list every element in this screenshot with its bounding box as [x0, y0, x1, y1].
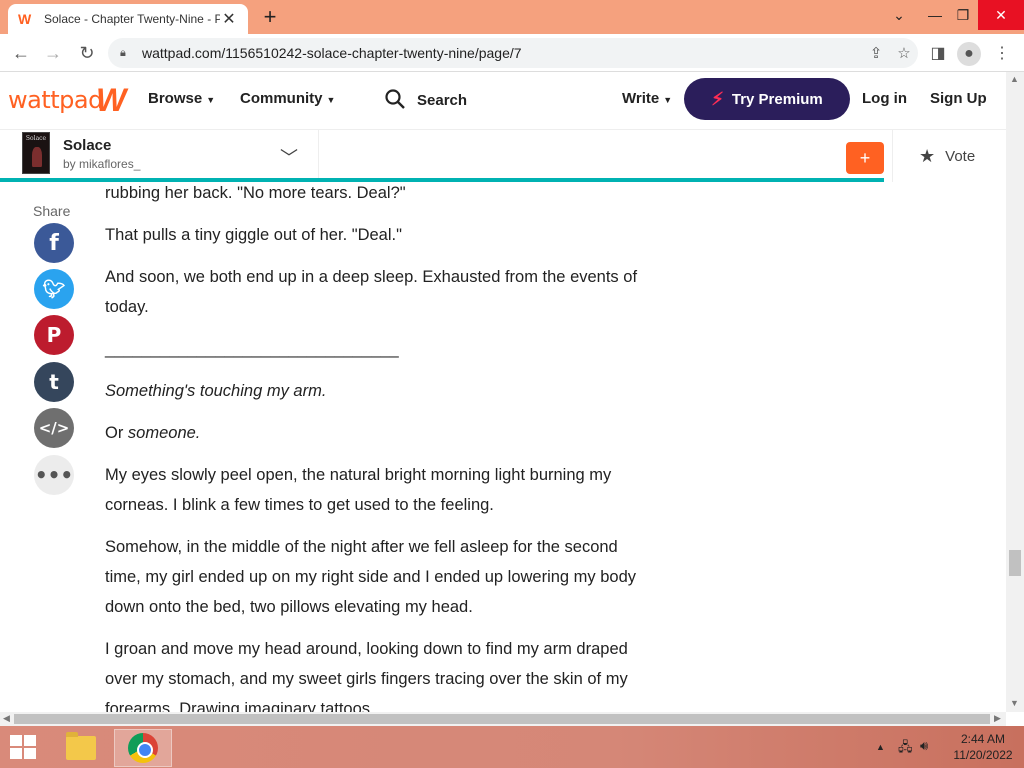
- chevron-down-icon: ▼: [663, 95, 673, 105]
- wattpad-logo[interactable]: wattpad: [8, 86, 103, 114]
- paragraph: That pulls a tiny giggle out of her. "De…: [105, 226, 402, 244]
- forward-icon[interactable]: →: [40, 40, 66, 66]
- story-title[interactable]: Solace: [63, 137, 111, 154]
- reload-icon[interactable]: ↻: [74, 40, 100, 66]
- scroll-right-arrow[interactable]: ▶: [994, 713, 1001, 724]
- paragraph-text: Or: [105, 424, 128, 442]
- file-explorer-icon[interactable]: [52, 729, 110, 767]
- close-window-button[interactable]: ✕: [978, 0, 1024, 30]
- pinterest-icon[interactable]: P: [34, 315, 74, 355]
- add-to-library-button[interactable]: +: [846, 142, 884, 174]
- folder-icon: [66, 732, 96, 760]
- write-label: Write: [622, 90, 660, 107]
- scene-divider: ________________________________: [105, 340, 399, 358]
- paragraph: Somehow, in the middle of the night afte…: [105, 538, 637, 616]
- signup-link[interactable]: Sign Up: [930, 90, 987, 107]
- paragraph-emphasis: someone.: [127, 424, 201, 442]
- new-tab-button[interactable]: +: [258, 5, 282, 29]
- share-label: Share: [33, 203, 71, 219]
- tab-title: Solace - Chapter Twenty-Nine - P: [44, 12, 220, 26]
- community-label: Community: [240, 90, 323, 107]
- tab-close-icon[interactable]: ✕: [220, 9, 238, 29]
- tab-search-icon[interactable]: ⌄: [882, 0, 916, 30]
- twitter-icon[interactable]: 🐦︎: [34, 269, 74, 309]
- vertical-scrollbar[interactable]: ▲ ▼: [1006, 72, 1024, 712]
- story-author[interactable]: by mikaflores_: [63, 157, 140, 171]
- share-page-icon[interactable]: ⇪: [862, 44, 890, 62]
- chevron-down-icon[interactable]: ﹀: [280, 144, 298, 170]
- chrome-icon[interactable]: [114, 729, 172, 767]
- scrollbar-thumb[interactable]: [1009, 550, 1021, 576]
- paragraph: And soon, we both end up in a deep sleep…: [105, 268, 638, 316]
- try-premium-button[interactable]: ⚡︎ Try Premium: [684, 78, 850, 120]
- scroll-left-arrow[interactable]: ◀: [3, 713, 10, 724]
- chrome-logo: [128, 733, 158, 763]
- chapter-text: rubbing her back. "No more tears. Deal?"…: [105, 178, 645, 736]
- url-text[interactable]: wattpad.com/1156510242-solace-chapter-tw…: [142, 45, 862, 61]
- lock-icon[interactable]: 🔒︎: [120, 47, 132, 59]
- horizontal-scrollbar[interactable]: ◀ ▶: [0, 712, 1006, 726]
- profile-icon[interactable]: ●: [957, 42, 981, 66]
- login-link[interactable]: Log in: [862, 90, 907, 107]
- tray-expand-icon[interactable]: ▲: [876, 742, 885, 752]
- story-bar: Solace Solace by mikaflores_ ﹀ + ★ Vote: [0, 130, 1024, 182]
- browse-label: Browse: [148, 90, 203, 107]
- vote-label: Vote: [945, 147, 976, 165]
- tumblr-icon[interactable]: t: [34, 362, 74, 402]
- sidepanel-icon[interactable]: ◨: [926, 42, 950, 66]
- search-button[interactable]: Search: [417, 92, 467, 109]
- paragraph: My eyes slowly peel open, the natural br…: [105, 466, 612, 514]
- browser-tabstrip: W Solace - Chapter Twenty-Nine - P ✕ + ⌄…: [0, 0, 1024, 34]
- embed-icon[interactable]: </>: [34, 408, 74, 448]
- chevron-down-icon: ▼: [206, 95, 216, 105]
- scroll-up-arrow[interactable]: ▲: [1010, 74, 1019, 84]
- community-menu[interactable]: Community ▼: [240, 90, 335, 107]
- paragraph: I groan and move my head around, looking…: [105, 640, 628, 718]
- paragraph: Something's touching my arm.: [105, 382, 327, 400]
- star-icon: ★: [919, 145, 936, 166]
- system-clock[interactable]: 2:44 AM 11/20/2022: [948, 731, 1018, 763]
- paragraph: rubbing her back. "No more tears. Deal?": [105, 184, 406, 202]
- paragraph: Or someone.: [105, 418, 645, 448]
- chevron-down-icon: ▼: [326, 95, 336, 105]
- taskbar: ▲ 🖧︎ 🔊︎ 2:44 AM 11/20/2022: [0, 726, 1024, 768]
- vote-button[interactable]: ★ Vote: [892, 130, 1008, 182]
- clock-time: 2:44 AM: [960, 732, 1006, 746]
- windows-start-icon[interactable]: [10, 735, 38, 761]
- facebook-icon[interactable]: f: [34, 223, 74, 263]
- more-icon[interactable]: •••: [34, 455, 74, 495]
- maximize-button[interactable]: ❐: [946, 0, 980, 30]
- network-icon[interactable]: 🖧︎: [898, 738, 913, 760]
- story-cover[interactable]: Solace: [22, 132, 50, 174]
- volume-icon[interactable]: 🔊︎: [920, 738, 928, 754]
- browse-menu[interactable]: Browse ▼: [148, 90, 215, 107]
- cover-title: Solace: [25, 135, 47, 142]
- site-header: wattpad W Browse ▼ Community ▼ Search Writ…: [0, 72, 1024, 130]
- cover-figure: [32, 147, 42, 167]
- bookmark-star-icon[interactable]: ☆: [890, 44, 918, 62]
- wattpad-logo-mark[interactable]: W: [96, 82, 126, 119]
- write-menu[interactable]: Write ▼: [622, 90, 672, 107]
- wattpad-favicon: W: [18, 11, 32, 27]
- browser-tab[interactable]: W Solace - Chapter Twenty-Nine - P ✕: [8, 4, 248, 34]
- browser-toolbar: ← → ↻ 🔒︎ wattpad.com/1156510242-solace-c…: [0, 34, 1024, 72]
- scroll-down-arrow[interactable]: ▼: [1010, 698, 1019, 708]
- back-icon[interactable]: ←: [8, 40, 34, 66]
- divider: [318, 130, 319, 182]
- bolt-icon: ⚡︎: [711, 88, 724, 109]
- search-icon[interactable]: [384, 88, 406, 110]
- menu-dots-icon[interactable]: ⋮: [990, 42, 1014, 66]
- clock-date: 11/20/2022: [953, 748, 1013, 762]
- address-bar[interactable]: 🔒︎ wattpad.com/1156510242-solace-chapter…: [108, 38, 918, 68]
- try-premium-label: Try Premium: [731, 90, 823, 108]
- scrollbar-thumb[interactable]: [14, 714, 990, 724]
